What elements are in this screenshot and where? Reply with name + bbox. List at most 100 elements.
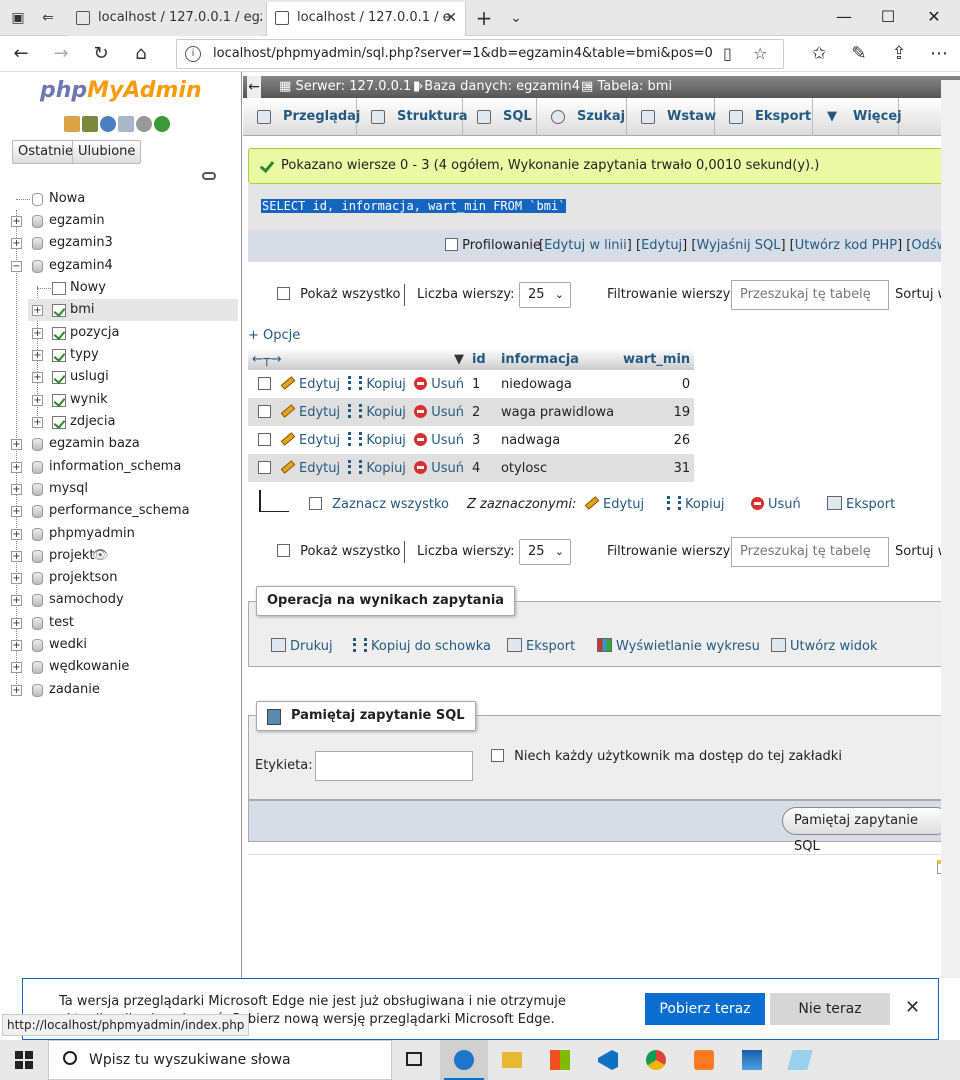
tree-item-test[interactable]: + test <box>0 612 240 634</box>
expand-icon[interactable]: + <box>11 551 22 562</box>
tree-label[interactable]: egzamin4 <box>49 255 113 277</box>
chevron-down-icon[interactable]: ⌄ <box>506 8 526 28</box>
cell-id[interactable]: 1 <box>467 370 497 398</box>
expand-icon[interactable]: + <box>11 685 22 696</box>
expand-icon[interactable]: + <box>11 573 22 584</box>
tree-item-zadanie[interactable]: + zadanie <box>0 679 240 701</box>
tree-item-samochody[interactable]: + samochody <box>0 589 240 611</box>
column-header-wart-min[interactable]: wart_min <box>618 348 695 370</box>
column-arrows-header[interactable]: ←┬→ ▼ <box>248 348 468 370</box>
edit-row-link[interactable]: Edytuj <box>280 404 340 420</box>
expand-icon[interactable]: + <box>32 417 43 428</box>
eye-icon[interactable]: 👁 <box>92 545 109 567</box>
tree-label[interactable]: Nowy <box>70 277 106 299</box>
docs-icon[interactable] <box>118 116 134 132</box>
cell-wart-min[interactable]: 19 <box>618 398 695 426</box>
close-tab-icon[interactable]: ✕ <box>445 2 457 34</box>
expand-icon[interactable]: + <box>11 484 22 495</box>
favorites-icon[interactable]: ✩ <box>804 40 834 68</box>
edit-link[interactable]: Edytuj <box>641 238 682 253</box>
tree-label[interactable]: test <box>49 612 74 634</box>
tree-label[interactable]: phpmyadmin <box>49 523 135 545</box>
show-all-checkbox[interactable] <box>277 287 290 300</box>
sql-query-text[interactable]: SELECT id, informacja, wart_min FROM `bm… <box>261 199 567 213</box>
tree-item-new[interactable]: Nowa <box>0 188 240 210</box>
tree-label[interactable]: wedki <box>49 634 87 656</box>
copy-row-link[interactable]: Kopiuj <box>348 432 406 448</box>
expand-icon[interactable]: + <box>11 662 22 673</box>
tree-label[interactable]: mysql <box>49 478 88 500</box>
tab-actions-icon[interactable]: ▣ <box>8 8 28 28</box>
tree-label[interactable]: egzamin <box>49 210 105 232</box>
expand-icon[interactable]: + <box>11 506 22 517</box>
help-icon[interactable] <box>100 116 116 132</box>
tree-label[interactable]: wynik <box>70 389 108 411</box>
display-chart-link[interactable]: Wyświetlanie wykresu <box>597 638 760 654</box>
tree-item-performance-schema[interactable]: + performance_schema <box>0 500 240 522</box>
tab-search[interactable]: Szukaj <box>537 98 627 136</box>
cell-wart-min[interactable]: 0 <box>618 370 695 398</box>
edit-row-link[interactable]: Edytuj <box>280 432 340 448</box>
bookmark-shared-wrap[interactable]: Niech każdy użytkownik ma dostęp do tej … <box>491 749 842 764</box>
taskbar-search[interactable]: Wpisz tu wyszukiwane słowa <box>48 1040 392 1080</box>
close-window-button[interactable]: ✕ <box>912 0 956 36</box>
profiling-checkbox[interactable] <box>445 238 458 251</box>
store-app[interactable] <box>536 1040 584 1080</box>
column-header-informacja[interactable]: informacja <box>496 348 619 370</box>
cell-wart-min[interactable]: 31 <box>618 454 695 482</box>
row-checkbox[interactable] <box>258 377 271 390</box>
arrows-icon[interactable]: ←┬→ <box>252 352 282 367</box>
expand-icon[interactable]: + <box>32 395 43 406</box>
tab-back-icon[interactable]: ⇐ <box>38 8 58 28</box>
export-link[interactable]: Eksport <box>507 638 575 654</box>
tree-item-wynik[interactable]: + wynik <box>28 389 238 411</box>
tree-label[interactable]: egzamin baza <box>49 433 140 455</box>
expand-icon[interactable]: + <box>32 305 43 316</box>
cell-id[interactable]: 2 <box>467 398 497 426</box>
edge-app[interactable] <box>440 1040 488 1080</box>
tree-item-bmi[interactable]: + bmi <box>28 299 238 321</box>
select-all-wrap[interactable]: Zaznacz wszystko <box>309 490 449 520</box>
maximize-button[interactable]: ☐ <box>866 0 910 36</box>
tree-item-egzamin4[interactable]: − egzamin4 <box>0 255 240 277</box>
breadcrumb-table[interactable]: ▤ Tabela: bmi <box>581 76 672 98</box>
tree-item-egzamin-baza[interactable]: + egzamin baza <box>0 433 240 455</box>
tree-label[interactable]: egzamin3 <box>49 232 113 254</box>
tree-item-zdjecia[interactable]: + zdjecia <box>28 411 238 433</box>
info-icon[interactable]: i <box>185 46 201 62</box>
row-checkbox[interactable] <box>258 461 271 474</box>
tree-item-phpmyadmin[interactable]: + phpmyadmin <box>0 523 240 545</box>
tree-label[interactable]: bmi <box>70 299 95 321</box>
delete-row-link[interactable]: Usuń <box>414 461 464 476</box>
select-all-checkbox[interactable] <box>309 497 322 510</box>
xampp-app[interactable] <box>680 1040 728 1080</box>
row-count-select[interactable]: 25 ⌄ <box>519 282 571 308</box>
tree-item-projekt[interactable]: + projekt 👁 <box>0 545 240 567</box>
tree-item-egzamin3[interactable]: + egzamin3 <box>0 232 240 254</box>
bulk-delete-button[interactable]: Usuń <box>751 490 801 520</box>
edit-inline-link[interactable]: Edytuj w linii <box>544 238 627 253</box>
expand-icon[interactable]: + <box>32 350 43 361</box>
expand-icon[interactable]: + <box>11 439 22 450</box>
browser-tab-1[interactable]: localhost / 127.0.0.1 / egzar <box>68 2 262 36</box>
edit-row-link[interactable]: Edytuj <box>280 376 340 392</box>
expand-icon[interactable]: + <box>11 618 22 629</box>
tab-more[interactable]: ▼ Więcej <box>813 98 902 136</box>
bookmark-label-input[interactable] <box>315 751 473 781</box>
tree-item-new-table[interactable]: Nowy <box>0 277 240 299</box>
new-tab-icon[interactable]: + <box>474 8 494 28</box>
pen-icon[interactable]: ✎ <box>844 40 874 68</box>
collapse-icon[interactable]: − <box>11 261 22 272</box>
cell-informacja[interactable]: niedowaga <box>496 370 619 398</box>
tree-label[interactable]: Nowa <box>49 188 85 210</box>
create-php-code-link[interactable]: Utwórz kod PHP <box>795 238 897 253</box>
address-bar[interactable]: i localhost/phpmyadmin/sql.php?server=1&… <box>176 39 784 69</box>
explain-sql-link[interactable]: Wyjaśnij SQL <box>696 238 780 253</box>
tab-insert[interactable]: Wstaw <box>627 98 716 136</box>
tree-item-uslugi[interactable]: + uslugi <box>28 366 238 388</box>
expand-icon[interactable]: + <box>32 328 43 339</box>
copy-to-clipboard-link[interactable]: Kopiuj do schowka <box>353 638 491 654</box>
tab-export[interactable]: Eksport <box>715 98 813 136</box>
back-icon[interactable]: ← <box>6 40 36 68</box>
delete-row-link[interactable]: Usuń <box>414 405 464 420</box>
